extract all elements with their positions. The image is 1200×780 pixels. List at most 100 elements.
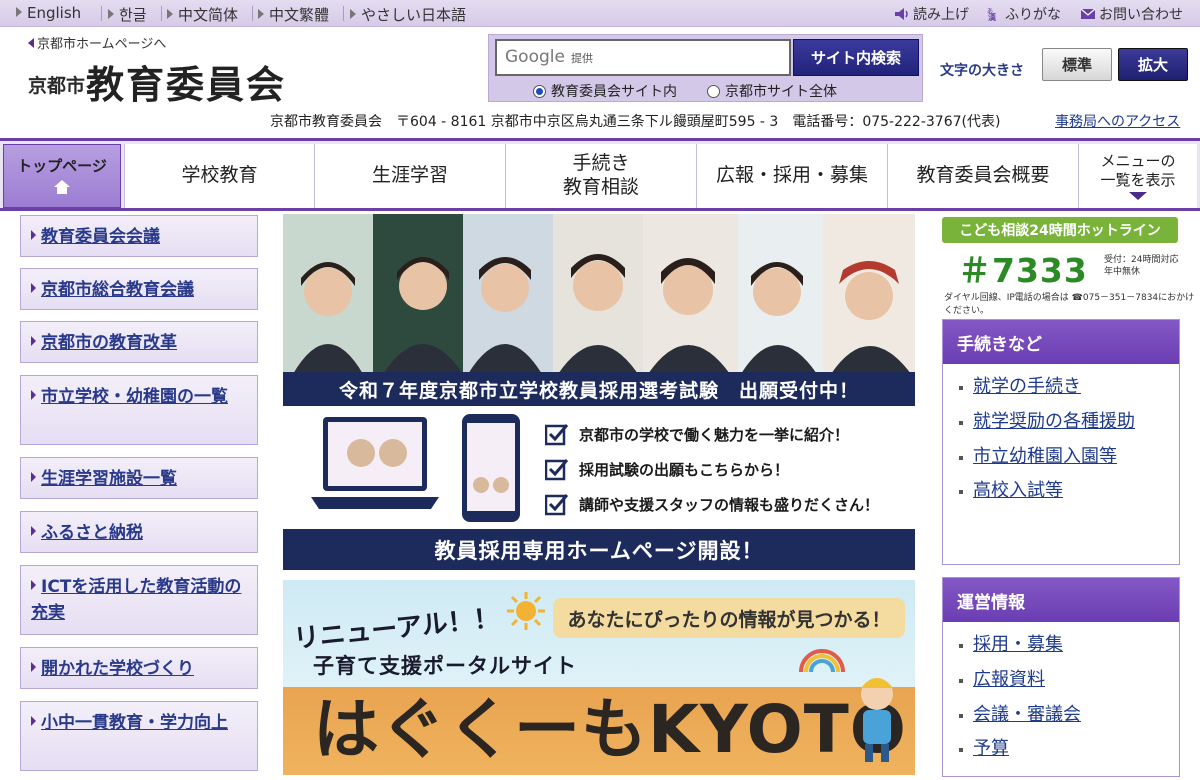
side-link-facilities[interactable]: 生涯学習施設一覧 [20,457,258,499]
teacher-photos [283,214,915,374]
nav-pr-recruitment[interactable]: 広報・採用・募集 [696,144,887,208]
rainbow-icon [799,649,845,673]
panel-procedures: 手続きなど 就学の手続き 就学奨励の各種援助 市立幼稚園入園等 高校入試等 [942,319,1180,565]
arrow-icon [31,230,36,240]
triangle-icon [108,9,114,19]
child-illustration [861,678,893,762]
panel-link[interactable]: 市立幼稚園入園等 [943,440,1179,475]
arrow-icon [31,580,36,590]
checkbox-icon [545,424,569,446]
panel-link[interactable]: 採用・募集 [943,628,1179,663]
sun-icon [507,592,545,630]
search-input[interactable] [495,39,791,76]
side-link-comprehensive-meeting[interactable]: 京都市総合教育会議 [20,268,258,310]
chevron-down-icon [1129,192,1147,201]
triangle-icon [350,9,356,19]
panel-link[interactable]: 会議・審議会 [943,698,1179,733]
portal-bubble: あなたにぴったりの情報が見つかる！ [553,598,905,638]
panel-link[interactable]: 高校入試等 [943,474,1179,509]
contact-link[interactable]: お問い合わせ [1080,4,1183,24]
check-item: 採用試験の出願もこちらから！ [545,457,789,481]
side-link-board-meeting[interactable]: 教育委員会会議 [20,215,258,257]
scope-city-radio[interactable]: 京都市サイト全体 [707,81,837,101]
arrow-icon [31,283,36,293]
arrow-icon [31,390,36,400]
panel-title: 運営情報 [943,578,1179,622]
global-nav: トップページ 学校教育 生涯学習 手続き 教育相談 広報・採用・募集 教育委員会… [0,138,1200,211]
lang-easy-japanese[interactable]: やさしい日本語 [350,4,466,25]
side-link-education-reform[interactable]: 京都市の教育改革 [20,321,258,363]
arrow-icon [31,662,36,672]
nav-menu-list[interactable]: メニューの 一覧を表示 [1078,144,1197,208]
triangle-left-icon [28,38,34,48]
hagukumo-kyoto-banner[interactable]: リニューアル！！ あなたにぴったりの情報が見つかる！ 子育て支援ポータルサイト … [283,580,915,775]
arrow-icon [31,716,36,726]
lang-korean[interactable]: 한글 [108,4,147,25]
smartphone-icon [462,414,520,522]
hotline-header[interactable]: こども相談24時間ホットライン [942,217,1178,243]
nav-top-page[interactable]: トップページ [3,144,121,208]
language-bar: English 한글 中文简体 中文繁體 やさしい日本語 読み上げ あ漢ふりがな… [0,0,1200,27]
city-home-link[interactable]: 京都市ホームページへ [28,33,166,52]
panel-list: 就学の手続き 就学奨励の各種援助 市立幼稚園入園等 高校入試等 [943,364,1179,509]
recruit-site-caption[interactable]: 教員採用専用ホームページ開設！ [283,529,915,570]
hotline-note: ダイヤル回線、IP電話の場合は ☎075－351－7834におかけください。 [944,293,1195,316]
address-text: 京都市教育委員会 〒604 - 8161 京都市中京区烏丸通三条下ル饅頭屋町59… [270,114,1001,130]
arrow-icon [31,526,36,536]
side-link-ict[interactable]: ICTを活用した教育活動の充実 [20,565,258,635]
panel-link[interactable]: 予算 [943,732,1179,767]
lang-chinese-simplified[interactable]: 中文简体 [167,4,238,25]
search-scope: 教育委員会サイト内 京都市サイト全体 [533,81,837,101]
panel-link[interactable]: 就学の手続き [943,370,1179,405]
divider [252,6,253,21]
side-link-integrated-education[interactable]: 小中一貫教育・学力向上 [20,701,258,771]
side-link-school-list[interactable]: 市立学校・幼稚園の一覧 [20,375,258,445]
furigana-icon: あ漢 [987,8,997,21]
hotline-hours: 受付：24時間対応 年中無休 [1104,255,1179,277]
panel-list: 採用・募集 広報資料 会議・審議会 予算 [943,622,1179,767]
lang-chinese-traditional[interactable]: 中文繁體 [258,4,329,25]
radio-icon[interactable] [707,85,720,98]
checkbox-icon [545,459,569,481]
divider [101,6,102,21]
speaker-icon [895,8,908,20]
site-search-button[interactable]: サイト内検索 [793,39,919,76]
furigana-link[interactable]: あ漢ふりがな [986,4,1061,24]
nav-procedures[interactable]: 手続き 教育相談 [505,144,696,208]
triangle-icon [258,9,264,19]
side-link-open-schools[interactable]: 開かれた学校づくり [20,647,258,689]
portal-title: はぐくーもKYOTO [313,691,907,768]
check-item: 京都市の学校で働く魅力を一挙に紹介！ [545,422,849,446]
nav-school-education[interactable]: 学校教育 [124,144,314,208]
font-size-label: 文字の大きさ [940,63,1024,79]
laptop-icon [311,417,439,509]
font-size-large-button[interactable]: 拡大 [1118,48,1188,81]
recruit-caption[interactable]: 令和７年度京都市立学校教員採用選考試験 出願受付中！ [283,372,915,406]
logo-title[interactable]: 教育委員会 [86,54,286,109]
hotline-number[interactable]: ＃7333 [958,244,1088,292]
scope-board-radio[interactable]: 教育委員会サイト内 [533,81,677,101]
lang-english[interactable]: English [16,4,81,22]
svg-text:漢: 漢 [988,12,997,21]
side-link-furusato-tax[interactable]: ふるさと納税 [20,511,258,553]
read-aloud-link[interactable]: 読み上げ [894,4,969,24]
panel-title: 手続きなど [943,320,1179,364]
font-size-standard-button[interactable]: 標準 [1042,48,1112,81]
nav-lifelong-learning[interactable]: 生涯学習 [314,144,505,208]
panel-operations: 運営情報 採用・募集 広報資料 会議・審議会 予算 [942,577,1180,777]
home-icon [54,180,70,195]
panel-link[interactable]: 広報資料 [943,663,1179,698]
search-box: Google 提供 サイト内検索 教育委員会サイト内 京都市サイト全体 [488,34,923,102]
nav-board-overview[interactable]: 教育委員会概要 [887,144,1078,208]
triangle-icon [16,7,22,17]
access-link[interactable]: 事務局へのアクセス [1055,111,1180,131]
panel-link[interactable]: 就学奨励の各種援助 [943,405,1179,440]
radio-selected-icon[interactable] [533,85,546,98]
check-item: 講師や支援スタッフの情報も盛りだくさん！ [545,492,879,516]
divider [343,6,344,21]
triangle-icon [167,9,173,19]
recruit-site-banner[interactable]: 京都市の学校で働く魅力を一挙に紹介！ 採用試験の出願もこちらから！ 講師や支援ス… [283,408,915,570]
arrow-icon [31,336,36,346]
renewal-label: リニューアル！！ [292,603,501,655]
logo-city[interactable]: 京都市 [28,71,85,98]
